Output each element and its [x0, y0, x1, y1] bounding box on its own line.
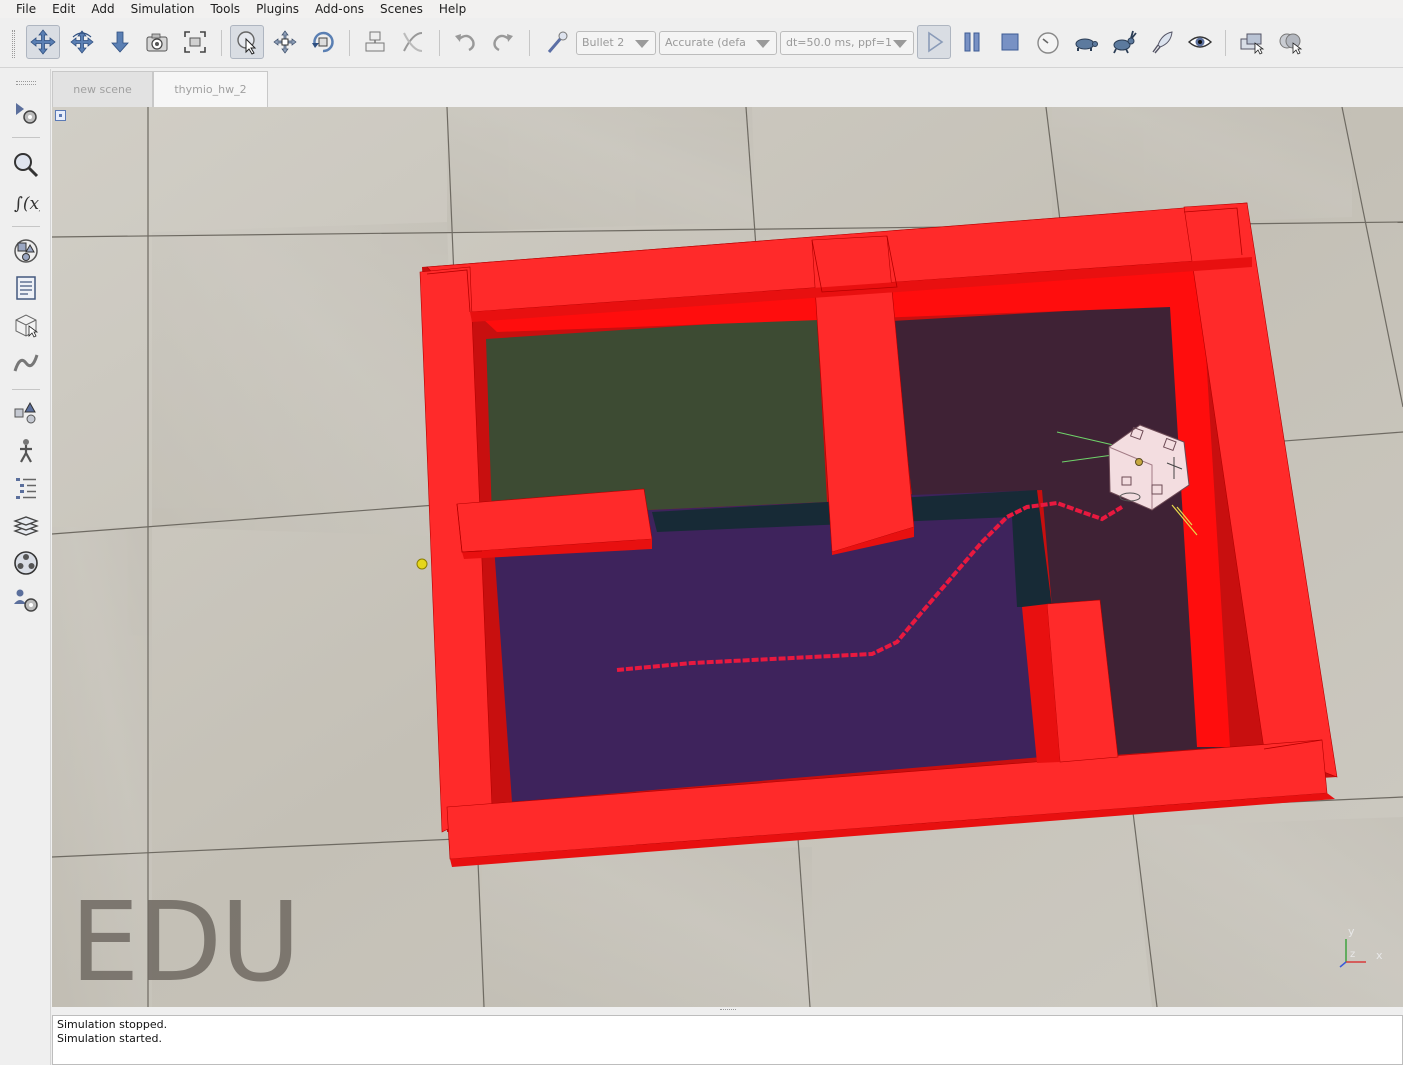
path-edit-icon[interactable] [10, 347, 42, 379]
eye-icon[interactable] [1183, 25, 1217, 59]
menu-bar: File Edit Add Simulation Tools Plugins A… [0, 0, 1403, 18]
shift-down-icon[interactable] [103, 25, 137, 59]
rotate-arrows-icon[interactable] [65, 25, 99, 59]
turtle-icon[interactable] [1069, 25, 1103, 59]
assemble-icon[interactable] [358, 25, 392, 59]
console-line: Simulation stopped. [57, 1018, 168, 1031]
tab-new-scene[interactable]: new scene [52, 71, 153, 107]
menu-tools[interactable]: Tools [203, 0, 249, 18]
left-toolbar: ∫(x) [0, 69, 51, 1065]
console-line: Simulation started. [57, 1032, 162, 1045]
simulation-settings-icon[interactable] [10, 97, 42, 129]
toolbar-grip[interactable] [12, 30, 15, 58]
menu-add[interactable]: Add [83, 0, 122, 18]
timestep-select[interactable]: dt=50.0 ms, ppf=1 [780, 31, 914, 55]
scenes-icon[interactable] [1273, 25, 1307, 59]
calc-module-icon[interactable]: ∫(x) [10, 186, 42, 218]
main-toolbar: Bullet 2 Accurate (defa dt=50.0 ms, ppf=… [0, 18, 1403, 68]
video-recorder-icon[interactable] [10, 547, 42, 579]
camera-icon[interactable] [140, 25, 174, 59]
model-browser-icon[interactable] [10, 149, 42, 181]
axis-label-z: z [1350, 949, 1355, 960]
redo-icon[interactable] [486, 25, 520, 59]
scene-hierarchy-icon[interactable] [10, 435, 42, 467]
physics-engine-select[interactable]: Bullet 2 [576, 31, 656, 55]
menu-addons[interactable]: Add-ons [307, 0, 372, 18]
floor-green [486, 317, 827, 517]
menu-plugins[interactable]: Plugins [248, 0, 307, 18]
menu-file[interactable]: File [8, 0, 44, 18]
rocket-icon[interactable] [1146, 25, 1180, 59]
undo-icon[interactable] [448, 25, 482, 59]
menu-help[interactable]: Help [431, 0, 474, 18]
svg-text:∫(x): ∫(x) [14, 194, 40, 214]
dynamics-wand-icon[interactable] [540, 25, 574, 59]
move-arrows-icon[interactable] [26, 25, 60, 59]
layers-icon[interactable] [10, 510, 42, 542]
edu-watermark: EDU [70, 878, 301, 1006]
left-toolbar-grip[interactable] [16, 81, 36, 85]
console-splitter[interactable] [52, 1007, 1403, 1015]
stop-icon[interactable] [993, 25, 1027, 59]
pages-icon[interactable] [1235, 25, 1269, 59]
play-icon[interactable] [917, 25, 951, 59]
transfer-dna-icon[interactable] [396, 25, 430, 59]
collections-icon[interactable] [10, 235, 42, 267]
menu-simulation[interactable]: Simulation [123, 0, 203, 18]
object-rotate-icon[interactable] [306, 25, 340, 59]
tab-thymio-hw-2[interactable]: thymio_hw_2 [153, 71, 268, 107]
dummy-marker[interactable] [416, 558, 428, 570]
pause-icon[interactable] [955, 25, 989, 59]
clock-icon[interactable] [1031, 25, 1065, 59]
scripts-icon[interactable] [10, 272, 42, 304]
user-settings-icon[interactable] [10, 584, 42, 616]
accuracy-select[interactable]: Accurate (defa [659, 31, 777, 55]
menu-edit[interactable]: Edit [44, 0, 83, 18]
rabbit-icon[interactable] [1107, 25, 1141, 59]
scene-tab-bar: new scene thymio_hw_2 [52, 69, 1403, 107]
shape-edit-icon[interactable] [10, 309, 42, 341]
selection-icon[interactable] [10, 397, 42, 429]
scene-viewport[interactable]: EDU y z x [52, 107, 1403, 1007]
axis-label-x: x [1376, 949, 1383, 962]
menu-scenes[interactable]: Scenes [372, 0, 431, 18]
scene-render[interactable] [52, 107, 1403, 1007]
axis-gizmo: y z x [1339, 927, 1383, 968]
status-console[interactable]: Simulation stopped. Simulation started. [52, 1015, 1403, 1065]
axis-label-y: y [1348, 927, 1355, 938]
object-shift-icon[interactable] [268, 25, 302, 59]
select-cursor-icon[interactable] [230, 25, 264, 59]
tree-list-icon[interactable] [10, 472, 42, 504]
view-selector-icon[interactable] [55, 110, 66, 121]
fit-view-icon[interactable] [178, 25, 212, 59]
